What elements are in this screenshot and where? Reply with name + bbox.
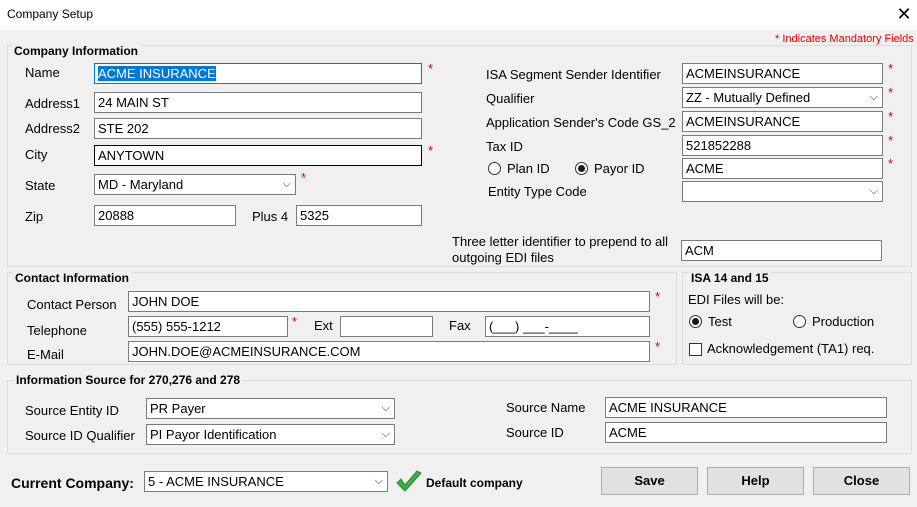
app-code-label: Application Sender's Code GS_2 xyxy=(486,115,676,130)
name-required-star: * xyxy=(428,61,434,76)
contact-info-title: Contact Information xyxy=(13,271,131,285)
email-label: E-Mail xyxy=(27,347,64,362)
source-entity-select[interactable]: PR Payer ⌵ xyxy=(146,398,395,419)
telephone-label: Telephone xyxy=(27,323,87,338)
three-letter-input[interactable]: ACM xyxy=(681,240,882,261)
payor-id-input[interactable]: ACME xyxy=(682,158,883,179)
info-source-title: Information Source for 270,276 and 278 xyxy=(14,373,243,387)
isa-sender-input[interactable]: ACMEINSURANCE xyxy=(682,63,883,84)
chevron-down-icon: ⌵ xyxy=(381,428,390,440)
save-button[interactable]: Save xyxy=(601,467,698,495)
city-label: City xyxy=(25,147,48,162)
mandatory-note: * Indicates Mandatory Fields xyxy=(775,33,914,45)
three-letter-label-1: Three letter identifier to prepend to al… xyxy=(452,234,669,249)
close-icon[interactable]: ✕ xyxy=(893,3,915,25)
isa-required-star: * xyxy=(888,61,894,76)
chevron-down-icon: ⌵ xyxy=(381,402,390,414)
telephone-required-star: * xyxy=(292,314,298,329)
name-label: Name xyxy=(25,65,60,80)
company-info-title: Company Information xyxy=(12,44,141,58)
current-company-label: Current Company: xyxy=(11,475,134,491)
app-code-input[interactable]: ACMEINSURANCE xyxy=(682,111,883,132)
source-entity-label: Source Entity ID xyxy=(25,403,119,418)
default-company-label: Default company xyxy=(426,476,523,490)
telephone-input[interactable]: (555) 555-1212 xyxy=(128,316,288,337)
email-input[interactable]: JOHN.DOE@ACMEINSURANCE.COM xyxy=(128,341,650,362)
city-input[interactable]: ANYTOWN xyxy=(94,145,422,166)
tax-id-label: Tax ID xyxy=(486,139,523,154)
current-company-value: 5 - ACME INSURANCE xyxy=(148,474,284,489)
chevron-down-icon: ⌵ xyxy=(282,178,291,190)
fax-input[interactable]: (___) ___-____ xyxy=(485,316,650,337)
zip-input[interactable]: 20888 xyxy=(94,205,236,226)
plus4-input[interactable]: 5325 xyxy=(296,205,422,226)
payor-id-required-star: * xyxy=(888,156,894,171)
source-id-input[interactable]: ACME xyxy=(605,422,887,443)
email-required-star: * xyxy=(655,339,661,354)
plan-id-label: Plan ID xyxy=(507,161,550,176)
state-value: MD - Maryland xyxy=(98,177,184,192)
source-entity-value: PR Payer xyxy=(150,401,206,416)
chevron-down-icon: ⌵ xyxy=(374,475,383,487)
address1-label: Address1 xyxy=(25,96,80,111)
production-label: Production xyxy=(812,314,875,329)
current-company-select[interactable]: 5 - ACME INSURANCE ⌵ xyxy=(144,471,388,492)
close-button[interactable]: Close xyxy=(813,467,910,495)
payor-id-radio[interactable] xyxy=(575,162,588,175)
edi-files-label: EDI Files will be: xyxy=(688,292,785,307)
help-button[interactable]: Help xyxy=(707,467,804,495)
isa-sender-label: ISA Segment Sender Identifier xyxy=(486,67,661,82)
plus4-label: Plus 4 xyxy=(252,209,289,224)
contact-person-input[interactable]: JOHN DOE xyxy=(128,291,650,312)
ext-label: Ext xyxy=(314,318,333,333)
window-title: Company Setup xyxy=(7,7,94,21)
name-input[interactable]: ACME INSURANCE xyxy=(94,63,422,84)
ext-input[interactable] xyxy=(340,316,433,337)
qualifier-required-star: * xyxy=(888,85,894,100)
production-radio[interactable] xyxy=(793,315,806,328)
source-name-label: Source Name xyxy=(506,400,586,415)
source-id-qualifier-select[interactable]: PI Payor Identification ⌵ xyxy=(146,424,395,445)
address2-input[interactable]: STE 202 xyxy=(94,118,422,139)
qualifier-select[interactable]: ZZ - Mutually Defined ⌵ xyxy=(682,87,883,108)
ack-ta1-checkbox[interactable] xyxy=(689,343,702,356)
isa1415-title: ISA 14 and 15 xyxy=(689,271,771,285)
source-id-label: Source ID xyxy=(506,425,564,440)
zip-label: Zip xyxy=(25,209,44,224)
contact-person-required-star: * xyxy=(655,289,661,304)
test-label: Test xyxy=(708,314,732,329)
plan-id-radio[interactable] xyxy=(488,162,501,175)
source-name-input[interactable]: ACME INSURANCE xyxy=(605,397,887,418)
test-radio[interactable] xyxy=(689,315,702,328)
title-bar xyxy=(0,0,917,30)
qualifier-value: ZZ - Mutually Defined xyxy=(686,90,811,105)
tax-id-required-star: * xyxy=(888,133,894,148)
contact-person-label: Contact Person xyxy=(27,297,117,312)
chevron-down-icon: ⌵ xyxy=(869,91,878,103)
three-letter-label-2: outgoing EDI files xyxy=(452,250,554,265)
ack-ta1-label: Acknowledgement (TA1) req. xyxy=(707,341,875,356)
address2-label: Address2 xyxy=(25,121,80,136)
checkmark-icon xyxy=(396,470,422,492)
state-required-star: * xyxy=(301,170,307,185)
qualifier-label: Qualifier xyxy=(486,91,535,106)
app-code-required-star: * xyxy=(888,109,894,124)
payor-id-label: Payor ID xyxy=(594,161,645,176)
entity-type-label: Entity Type Code xyxy=(488,184,587,199)
state-label: State xyxy=(25,178,56,193)
address1-input[interactable]: 24 MAIN ST xyxy=(94,92,422,113)
tax-id-input[interactable]: 521852288 xyxy=(682,135,883,156)
fax-label: Fax xyxy=(449,318,471,333)
chevron-down-icon: ⌵ xyxy=(869,185,878,197)
city-required-star: * xyxy=(428,143,434,158)
state-select[interactable]: MD - Maryland ⌵ xyxy=(94,174,296,195)
entity-type-select[interactable]: ⌵ xyxy=(682,181,883,202)
source-id-qualifier-label: Source ID Qualifier xyxy=(25,428,135,443)
source-id-qualifier-value: PI Payor Identification xyxy=(150,427,277,442)
